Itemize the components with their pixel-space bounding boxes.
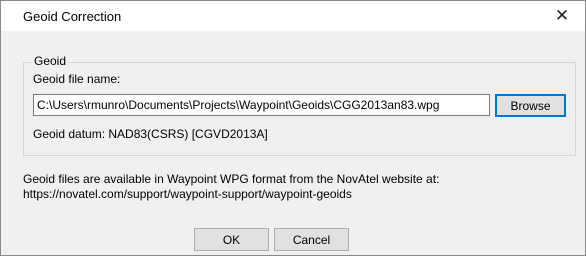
- close-icon[interactable]: ✕: [539, 1, 585, 31]
- cancel-button[interactable]: Cancel: [274, 228, 349, 251]
- title-bar: Geoid Correction ✕: [1, 1, 585, 31]
- geoid-correction-dialog: Geoid Correction ✕ Geoid Geoid file name…: [0, 0, 586, 256]
- geoid-datum-text: Geoid datum: NAD83(CSRS) [CGVD2013A]: [33, 127, 268, 141]
- dialog-title: Geoid Correction: [23, 9, 122, 24]
- browse-button[interactable]: Browse: [495, 94, 566, 117]
- geoid-file-input[interactable]: [33, 94, 490, 116]
- info-url-text: https://novatel.com/support/waypoint-sup…: [23, 187, 352, 201]
- ok-button[interactable]: OK: [194, 228, 269, 251]
- geoid-file-label: Geoid file name:: [33, 72, 121, 86]
- geoid-group-legend: Geoid: [31, 54, 70, 68]
- info-text-line1: Geoid files are available in Waypoint WP…: [23, 172, 440, 186]
